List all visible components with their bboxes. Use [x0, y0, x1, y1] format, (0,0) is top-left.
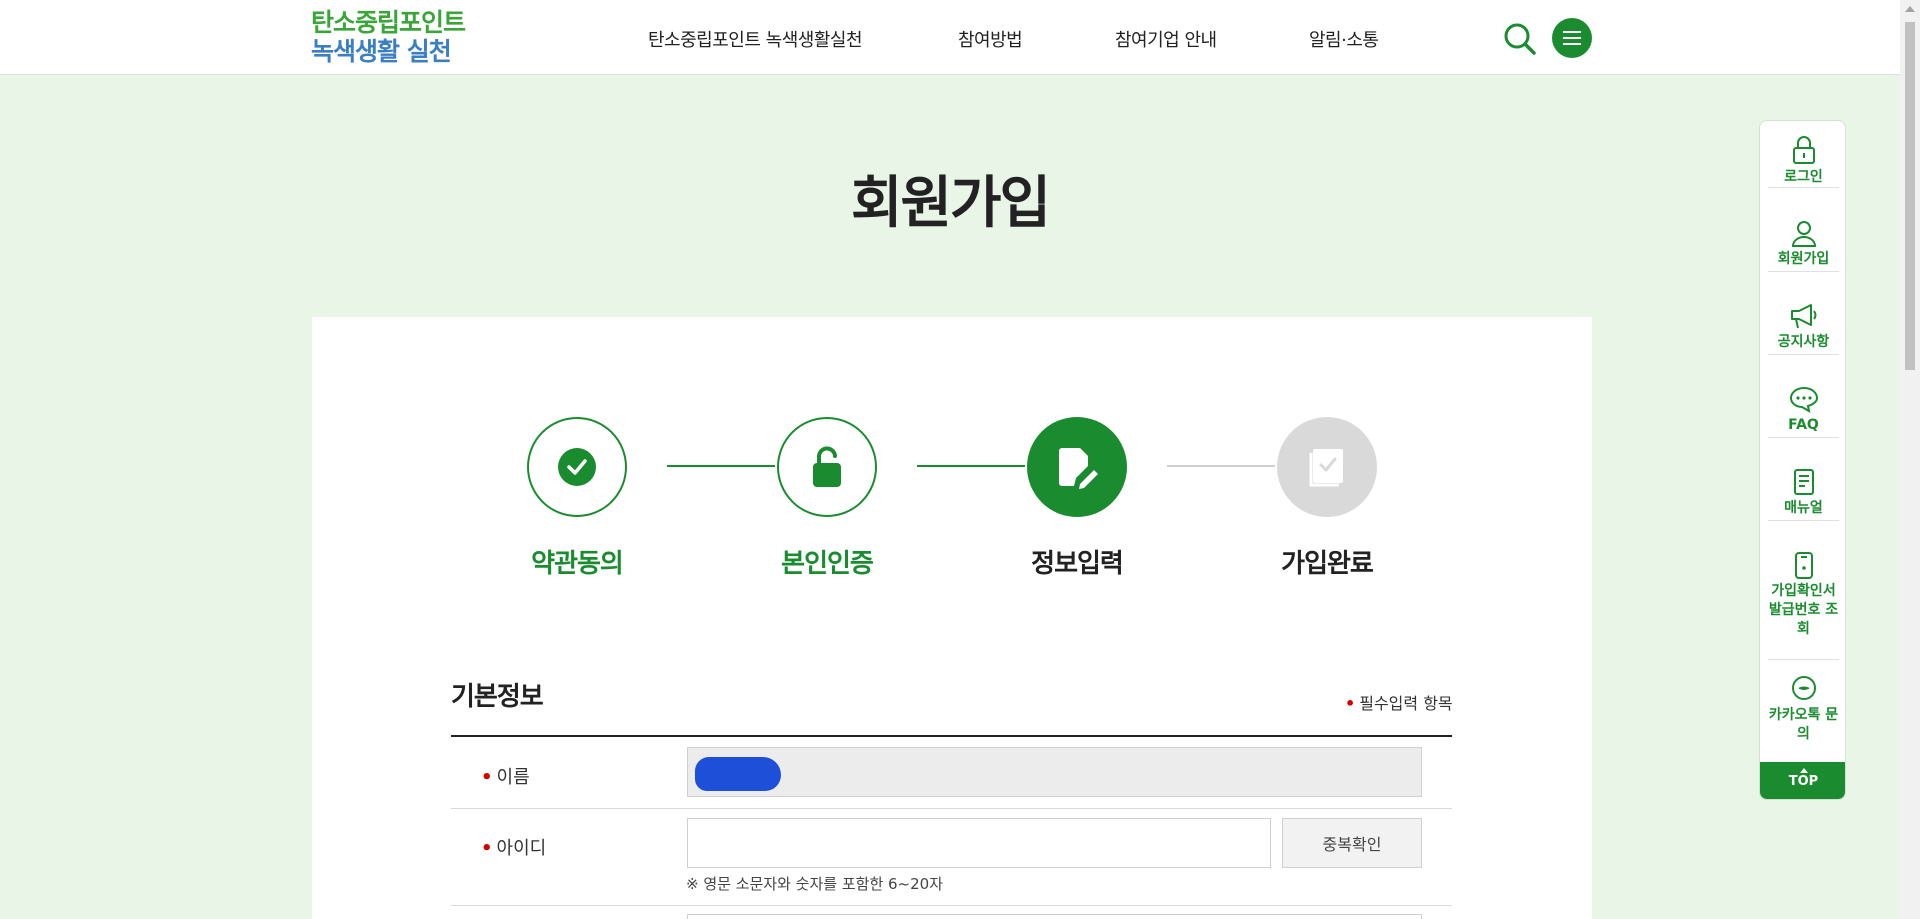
row-divider	[451, 808, 1452, 809]
step-auth-circle	[777, 417, 877, 517]
required-mark: •	[1345, 694, 1356, 713]
quick-certificate-lookup[interactable]: 가입확인서 발급번호 조회	[1768, 551, 1839, 639]
completed-document-icon	[1309, 449, 1343, 487]
chat-bubble-icon	[1789, 386, 1818, 413]
step-terms-circle	[527, 417, 627, 517]
quick-signup-label: 회원가입	[1777, 251, 1830, 267]
quick-notice[interactable]: 공지사항	[1768, 302, 1839, 352]
kakaotalk-icon	[1791, 676, 1816, 700]
edit-document-icon	[1059, 448, 1098, 489]
redacted-name-value	[695, 757, 781, 791]
step-info-circle	[1027, 417, 1127, 517]
quick-signup[interactable]: 회원가입	[1768, 219, 1839, 269]
required-note-text: 필수입력 항목	[1359, 694, 1453, 713]
quick-login[interactable]: 로그인	[1768, 135, 1839, 187]
step-label-auth: 본인인증	[781, 549, 874, 579]
megaphone-icon	[1790, 304, 1816, 329]
quick-divider	[1768, 437, 1839, 438]
quick-manual[interactable]: 매뉴얼	[1768, 468, 1839, 518]
step-label-info: 정보입력	[1031, 549, 1124, 579]
quick-divider	[1768, 659, 1839, 660]
nav-item-green-life[interactable]: 탄소중립포인트 녹색생활실천	[648, 26, 863, 52]
id-label: • 아이디	[481, 834, 546, 860]
name-label-text: 이름	[496, 767, 530, 788]
scrollbar-thumb[interactable]	[1905, 22, 1915, 370]
quick-divider	[1768, 271, 1839, 272]
required-note: • 필수입력 항목	[1345, 690, 1453, 714]
name-input	[687, 747, 1422, 797]
check-icon	[558, 448, 596, 486]
arrow-up-icon	[1799, 768, 1808, 773]
lock-icon	[1792, 136, 1815, 164]
step-connector	[1167, 465, 1275, 467]
quick-divider	[1768, 354, 1839, 355]
site-header: 탄소중립포인트 녹색생활 실천 탄소중립포인트 녹색생활실천 참여방법 참여기업…	[0, 0, 1900, 75]
scroll-top-button[interactable]: TOP	[1760, 762, 1845, 799]
search-icon[interactable]	[1503, 22, 1537, 56]
page-title: 회원가입	[850, 171, 1051, 236]
nav-item-notice-community[interactable]: 알림·소통	[1309, 26, 1379, 52]
phone-icon	[1794, 552, 1813, 579]
quick-manual-label: 매뉴얼	[1784, 500, 1823, 516]
scroll-top-label: TOP	[1788, 774, 1819, 789]
section-title: 기본정보	[451, 682, 544, 712]
id-hint: ※ 영문 소문자와 숫자를 포함한 6~20자	[686, 875, 944, 893]
quick-faq-label: FAQ	[1788, 417, 1819, 433]
quick-certificate-lookup-label: 가입확인서 발급번호 조회	[1768, 583, 1839, 637]
quick-kakao-label: 카카오톡 문의	[1768, 707, 1839, 742]
id-duplicate-check-button[interactable]: 중복확인	[1282, 818, 1422, 868]
menu-button[interactable]	[1552, 18, 1592, 58]
quick-faq[interactable]: FAQ	[1768, 385, 1839, 435]
next-field-input[interactable]	[687, 914, 1422, 919]
id-label-text: 아이디	[496, 838, 547, 859]
unlock-icon	[813, 446, 841, 487]
quick-notice-label: 공지사항	[1777, 334, 1830, 350]
menu-bar	[1563, 37, 1581, 39]
step-label-complete: 가입완료	[1281, 549, 1374, 579]
row-divider	[451, 905, 1452, 906]
user-icon	[1791, 221, 1816, 247]
quick-divider	[1768, 520, 1839, 521]
required-mark: •	[481, 838, 493, 859]
step-label-terms: 약관동의	[531, 549, 624, 579]
menu-bar	[1563, 31, 1581, 33]
step-connector	[667, 465, 775, 467]
quick-login-label: 로그인	[1784, 169, 1823, 185]
name-label: • 이름	[481, 763, 530, 789]
required-mark: •	[481, 767, 493, 788]
step-connector	[917, 465, 1025, 467]
quick-divider	[1768, 187, 1839, 188]
main-nav: 탄소중립포인트 녹색생활실천 참여방법 참여기업 안내 알림·소통	[0, 26, 1900, 52]
manual-icon	[1793, 469, 1814, 495]
page-scrollbar[interactable]	[1900, 0, 1920, 919]
scroll-up-icon[interactable]	[1905, 6, 1915, 12]
menu-bar	[1563, 43, 1581, 45]
nav-item-companies[interactable]: 참여기업 안내	[1115, 26, 1217, 52]
step-complete-circle	[1277, 417, 1377, 517]
quick-kakao[interactable]: 카카오톡 문의	[1768, 675, 1839, 744]
quick-menu: 로그인 회원가입 공지사항 FAQ 매뉴얼 가입확인서 발급번호 조회 카카오톡…	[1759, 120, 1846, 800]
id-input[interactable]	[687, 818, 1271, 868]
nav-item-participation[interactable]: 참여방법	[958, 26, 1023, 52]
form-top-border	[451, 735, 1452, 737]
